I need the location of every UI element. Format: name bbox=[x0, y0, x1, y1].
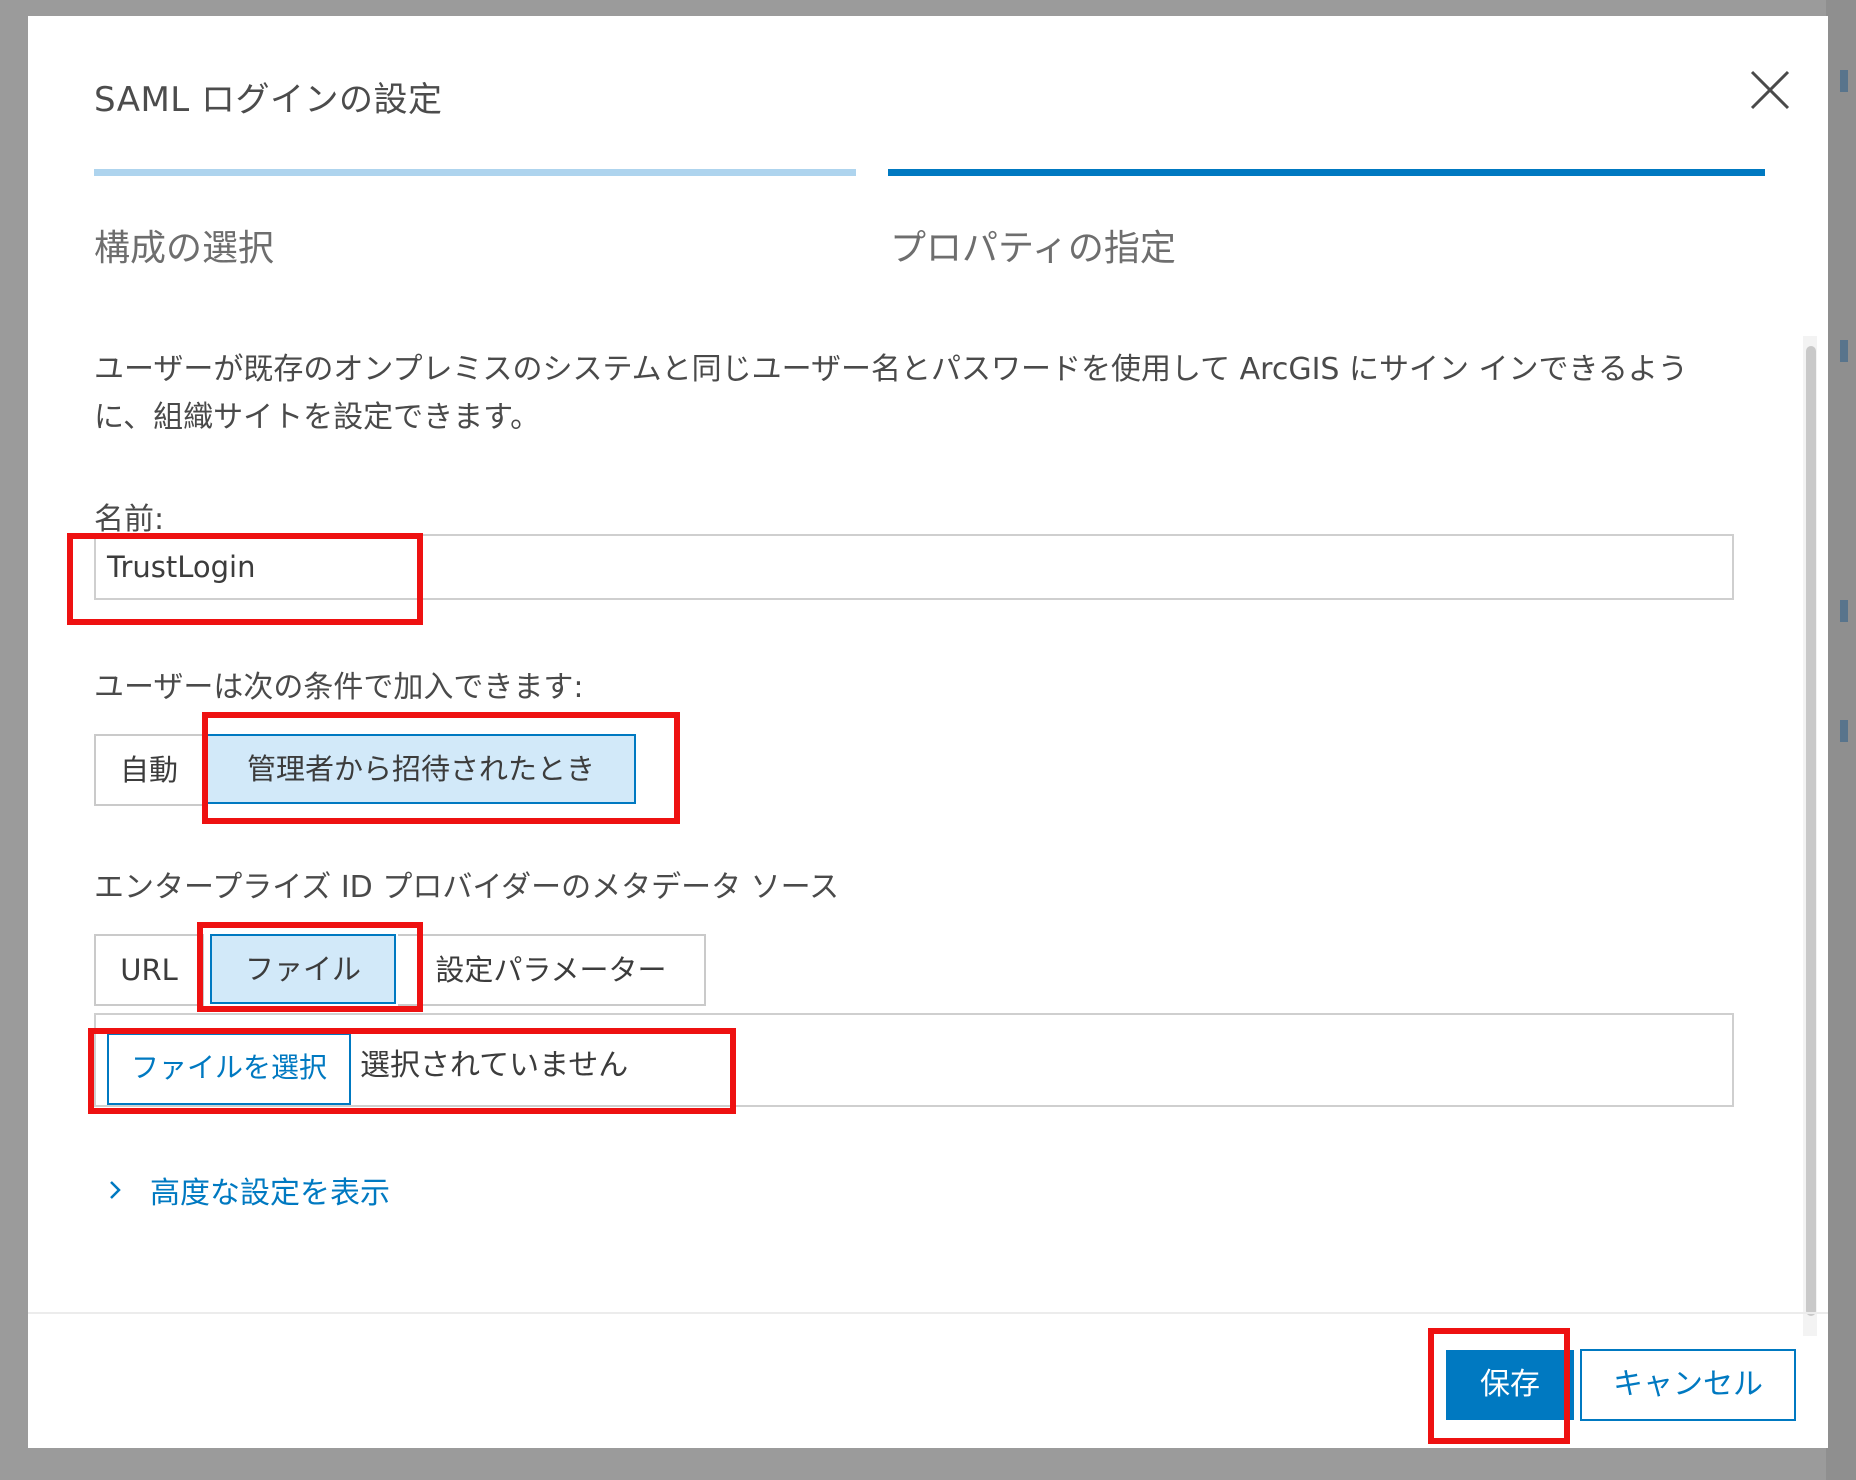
close-button[interactable] bbox=[1742, 62, 1798, 118]
saml-login-dialog: SAML ログインの設定 構成の選択 プロパティの指定 ユーザーが既存のオンプレ… bbox=[28, 16, 1828, 1448]
background-page-edge bbox=[1826, 0, 1856, 1480]
step-label-specify-properties: プロパティの指定 bbox=[890, 228, 1176, 269]
join-condition-label: ユーザーは次の条件で加入できます: bbox=[94, 670, 584, 705]
cancel-button[interactable]: キャンセル bbox=[1580, 1349, 1796, 1421]
scrollbar-thumb[interactable] bbox=[1806, 346, 1816, 1316]
join-option-invited-by-admin[interactable]: 管理者から招待されたとき bbox=[206, 734, 636, 804]
advanced-settings-label: 高度な設定を表示 bbox=[150, 1176, 390, 1211]
step-progress-bar-completed bbox=[94, 169, 856, 176]
show-advanced-settings-link[interactable]: 高度な設定を表示 bbox=[102, 1168, 390, 1212]
name-label: 名前: bbox=[94, 502, 165, 537]
close-icon bbox=[1750, 70, 1790, 110]
metadata-option-parameters[interactable]: 設定パラメーター bbox=[398, 934, 706, 1006]
metadata-option-url[interactable]: URL bbox=[94, 934, 204, 1006]
choose-file-button[interactable]: ファイルを選択 bbox=[107, 1033, 351, 1105]
file-selection-status: 選択されていません bbox=[360, 1048, 629, 1083]
join-option-automatic[interactable]: 自動 bbox=[94, 734, 204, 806]
step-progress-bar-current bbox=[888, 169, 1765, 176]
save-button[interactable]: 保存 bbox=[1446, 1350, 1574, 1420]
description-text: ユーザーが既存のオンプレミスのシステムと同じユーザー名とパスワードを使用して A… bbox=[94, 352, 1688, 435]
chevron-right-icon bbox=[110, 1181, 121, 1199]
metadata-source-label: エンタープライズ ID プロバイダーのメタデータ ソース bbox=[94, 870, 840, 905]
step-label-select-configuration[interactable]: 構成の選択 bbox=[94, 219, 274, 271]
dialog-title: SAML ログインの設定 bbox=[94, 80, 443, 120]
name-input[interactable]: TrustLogin bbox=[94, 534, 1734, 600]
metadata-option-file[interactable]: ファイル bbox=[210, 934, 396, 1004]
footer-divider bbox=[28, 1312, 1828, 1314]
